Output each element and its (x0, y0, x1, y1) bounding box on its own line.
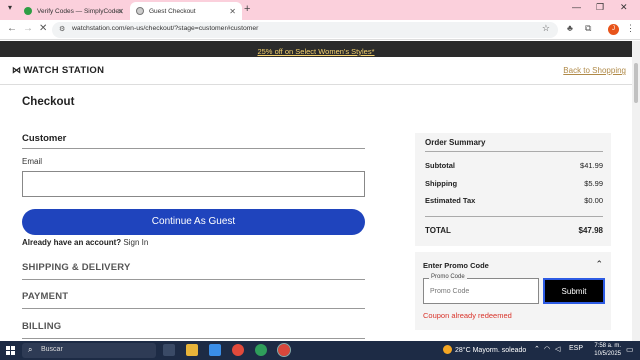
sign-in-link[interactable]: Sign In (123, 238, 148, 247)
logo-text: WATCH STATION (23, 65, 105, 76)
customer-heading: Customer (22, 133, 67, 144)
email-field[interactable] (22, 171, 365, 197)
maximize-icon[interactable]: ❐ (596, 2, 604, 13)
taskbar-clock[interactable]: 7:58 a. m. 10/5/2025 (587, 342, 621, 358)
summary-row-total: TOTAL $47.98 (425, 226, 603, 235)
site-header: ⋈ WATCH STATION Back to Shopping (0, 57, 632, 85)
task-view-icon[interactable] (163, 344, 175, 356)
scrollbar-thumb[interactable] (634, 63, 638, 103)
address-bar[interactable]: ⚙ watchstation.com/en-us/checkout/?stage… (52, 22, 558, 38)
section-billing[interactable]: BILLING (22, 321, 61, 332)
divider (22, 279, 365, 280)
close-window-icon[interactable]: ✕ (620, 2, 628, 13)
tray-chevron-icon[interactable]: ⌃ (534, 345, 540, 353)
tab-label: Verify Codes — SimplyCodes (37, 7, 123, 15)
promo-code-placeholder: Promo Code (430, 288, 470, 295)
summary-value: $0.00 (584, 196, 603, 205)
clock-date: 10/5/2025 (594, 351, 621, 357)
divider (22, 308, 365, 309)
tab-search-icon[interactable]: ▾ (8, 3, 12, 12)
total-value: $47.98 (578, 226, 603, 235)
tab-label: Guest Checkout (149, 7, 196, 15)
promo-code-field-label: Promo Code (429, 274, 467, 280)
taskbar-search[interactable]: ⌕ Buscar (22, 343, 156, 358)
browser-tab-bar: Verify Codes — SimplyCodes ✕ Guest Check… (0, 0, 640, 20)
weather-text: Mayorm. soleado (472, 347, 527, 354)
page-title: Checkout (22, 96, 75, 108)
continue-as-guest-button[interactable]: Continue As Guest (22, 209, 365, 235)
language-indicator[interactable]: ESP (569, 345, 583, 352)
divider (22, 148, 365, 149)
windows-taskbar: ⌕ Buscar 28°C Mayorm. soleado ⌃ ◠ ◁ ESP … (0, 341, 640, 360)
promo-code-title[interactable]: Enter Promo Code (423, 261, 489, 270)
summary-label: Subtotal (425, 161, 455, 170)
new-tab-button[interactable]: + (244, 3, 250, 15)
chrome-icon[interactable] (232, 344, 244, 356)
menu-dots-icon[interactable]: ⋮ (626, 23, 635, 34)
summary-row-shipping: Shipping $5.99 (425, 179, 603, 188)
tab-guest-checkout[interactable]: Guest Checkout ✕ (130, 2, 242, 20)
weather-widget[interactable]: 28°C Mayorm. soleado (443, 345, 526, 354)
close-tab-icon[interactable]: ✕ (229, 7, 236, 16)
sun-icon (443, 345, 452, 354)
email-label: Email (22, 157, 43, 166)
windows-start-icon[interactable] (6, 346, 15, 355)
submit-promo-button[interactable]: Submit (543, 278, 605, 304)
chevron-up-icon[interactable]: ⌃ (595, 259, 603, 270)
chrome-profile-icon[interactable] (255, 344, 267, 356)
total-label: TOTAL (425, 226, 451, 235)
wifi-icon[interactable]: ◠ (544, 345, 550, 353)
summary-label: Shipping (425, 179, 458, 188)
notifications-icon[interactable]: ▭ (626, 345, 634, 354)
section-shipping-delivery[interactable]: SHIPPING & DELIVERY (22, 262, 131, 273)
app-icon[interactable] (209, 344, 221, 356)
summary-row-tax: Estimated Tax $0.00 (425, 196, 603, 205)
page-scrollbar[interactable] (632, 41, 640, 341)
promo-banner-link[interactable]: 25% off on Select Women's Styles* (257, 47, 374, 56)
summary-value: $41.99 (580, 161, 603, 170)
back-to-shopping-link[interactable]: Back to Shopping (563, 66, 626, 75)
promo-code-panel: Enter Promo Code ⌃ Promo Code Promo Code… (415, 252, 611, 330)
url-text: watchstation.com/en-us/checkout/?stage=c… (72, 25, 259, 32)
order-summary-panel: Order Summary Subtotal $41.99 Shipping $… (415, 133, 611, 246)
search-icon: ⌕ (28, 345, 33, 354)
divider (425, 216, 603, 217)
volume-icon[interactable]: ◁ (555, 345, 560, 353)
extensions-puzzle-icon[interactable]: ⧉ (585, 23, 591, 34)
forward-arrow-icon[interactable]: → (23, 23, 33, 34)
stop-loading-icon[interactable]: ✕ (39, 23, 47, 34)
taskbar-search-placeholder: Buscar (41, 346, 63, 353)
promo-code-input[interactable]: Promo Code Promo Code (423, 274, 539, 304)
file-explorer-icon[interactable] (186, 344, 198, 356)
section-payment[interactable]: PAYMENT (22, 291, 68, 302)
divider (22, 338, 365, 339)
site-info-icon[interactable]: ⚙ (59, 25, 65, 33)
clock-time: 7:58 a. m. (594, 343, 621, 349)
logo-mark-icon: ⋈ (12, 65, 22, 75)
browser-nav-bar: ← → ✕ ⚙ watchstation.com/en-us/checkout/… (0, 20, 640, 40)
simplycodes-icon (24, 7, 32, 15)
bookmark-star-icon[interactable]: ☆ (542, 23, 550, 34)
already-account-text: Already have an account? (22, 238, 122, 247)
promo-banner: 25% off on Select Women's Styles* (0, 41, 632, 57)
watchstation-icon (136, 7, 144, 15)
watch-station-logo[interactable]: ⋈ WATCH STATION (12, 65, 104, 76)
minimize-icon[interactable]: — (572, 2, 581, 12)
summary-label: Estimated Tax (425, 196, 476, 205)
summary-value: $5.99 (584, 179, 603, 188)
chrome-active-icon[interactable] (277, 343, 291, 357)
divider (425, 151, 603, 152)
order-summary-title: Order Summary (425, 138, 486, 147)
sign-in-prompt: Already have an account? Sign In (22, 238, 148, 247)
profile-avatar[interactable]: J (608, 24, 619, 35)
extension-icon[interactable]: ♣ (567, 23, 573, 33)
coupon-error-message: Coupon already redeemed (423, 311, 512, 320)
weather-temp: 28°C (455, 347, 471, 354)
back-arrow-icon[interactable]: ← (7, 23, 17, 34)
summary-row-subtotal: Subtotal $41.99 (425, 161, 603, 170)
close-tab-icon[interactable]: ✕ (117, 7, 124, 16)
tab-simplycodes[interactable]: Verify Codes — SimplyCodes ✕ (18, 2, 130, 20)
